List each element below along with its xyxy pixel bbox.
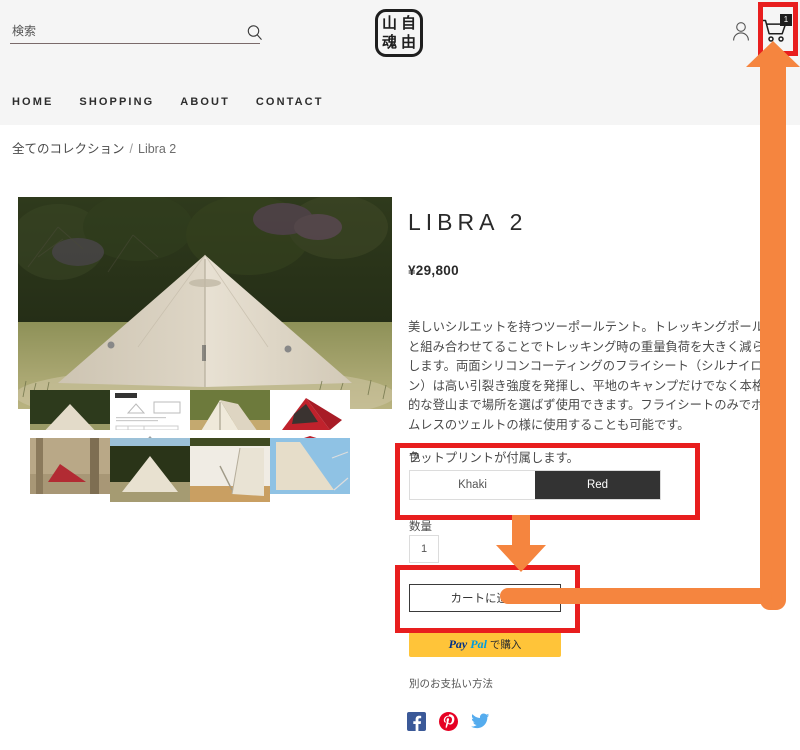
breadcrumb-root[interactable]: 全てのコレクション <box>12 142 125 156</box>
facebook-icon[interactable] <box>407 712 426 731</box>
page-title: LIBRA 2 <box>408 209 528 235</box>
quantity-label: 数量 <box>409 521 432 533</box>
cart-button[interactable]: 1 <box>760 14 792 45</box>
product-description-paragraph-2: フットプリントが付属します。 <box>408 451 579 465</box>
breadcrumb: 全てのコレクション / Libra 2 <box>12 138 176 157</box>
paypal-logo-pay: Pay <box>448 637 468 651</box>
logo-char-1: 山 <box>381 14 397 32</box>
pinterest-icon[interactable] <box>439 712 458 731</box>
site-logo[interactable]: 山 自 魂 由 <box>375 9 423 57</box>
product-description: 美しいシルエットを持つツーポールテント。トレッキングポールと組み合わせてることで… <box>408 318 776 469</box>
search-icon[interactable] <box>246 24 264 42</box>
quantity-input[interactable] <box>409 535 439 563</box>
add-to-cart-button[interactable]: カートに追加 <box>409 584 561 612</box>
logo-char-3: 魂 <box>381 33 397 51</box>
color-option-khaki[interactable]: Khaki <box>410 471 535 499</box>
color-variant-selector: Khaki Red <box>409 470 661 500</box>
cart-count-badge: 1 <box>780 14 792 26</box>
site-header: 山 自 魂 由 1 HOME SHOPPING ABOUT CONTACT <box>0 0 800 125</box>
search-field-wrapper <box>10 22 260 44</box>
paypal-logo-pal: Pal <box>470 637 487 651</box>
product-price: ¥29,800 <box>408 263 459 278</box>
product-main-image[interactable] <box>18 197 392 409</box>
paypal-suffix-label: で購入 <box>489 639 522 651</box>
thumbnail-row <box>110 446 390 530</box>
other-payment-methods-link[interactable]: 別のお支払い方法 <box>409 676 493 691</box>
color-option-red[interactable]: Red <box>535 471 660 499</box>
annotation-arrow-down <box>490 515 552 573</box>
breadcrumb-current: Libra 2 <box>138 142 177 156</box>
search-input[interactable] <box>10 22 260 44</box>
paypal-checkout-button[interactable]: Pay Pal で購入 <box>409 632 561 657</box>
logo-char-2: 自 <box>400 14 416 32</box>
nav-item-home[interactable]: HOME <box>12 96 53 108</box>
breadcrumb-separator: / <box>129 142 133 156</box>
social-share-bar <box>407 712 490 731</box>
product-description-paragraph-1: 美しいシルエットを持つツーポールテント。トレッキングポールと組み合わせてることで… <box>408 320 776 432</box>
user-icon[interactable] <box>731 20 751 44</box>
main-navigation: HOME SHOPPING ABOUT CONTACT <box>12 96 324 108</box>
logo-char-4: 由 <box>400 33 416 51</box>
nav-item-shopping[interactable]: SHOPPING <box>79 96 154 108</box>
color-option-label: 色 <box>409 452 421 464</box>
twitter-icon[interactable] <box>471 712 490 731</box>
nav-item-about[interactable]: ABOUT <box>180 96 230 108</box>
nav-item-contact[interactable]: CONTACT <box>256 96 324 108</box>
product-thumbnail-gallery <box>30 390 390 530</box>
